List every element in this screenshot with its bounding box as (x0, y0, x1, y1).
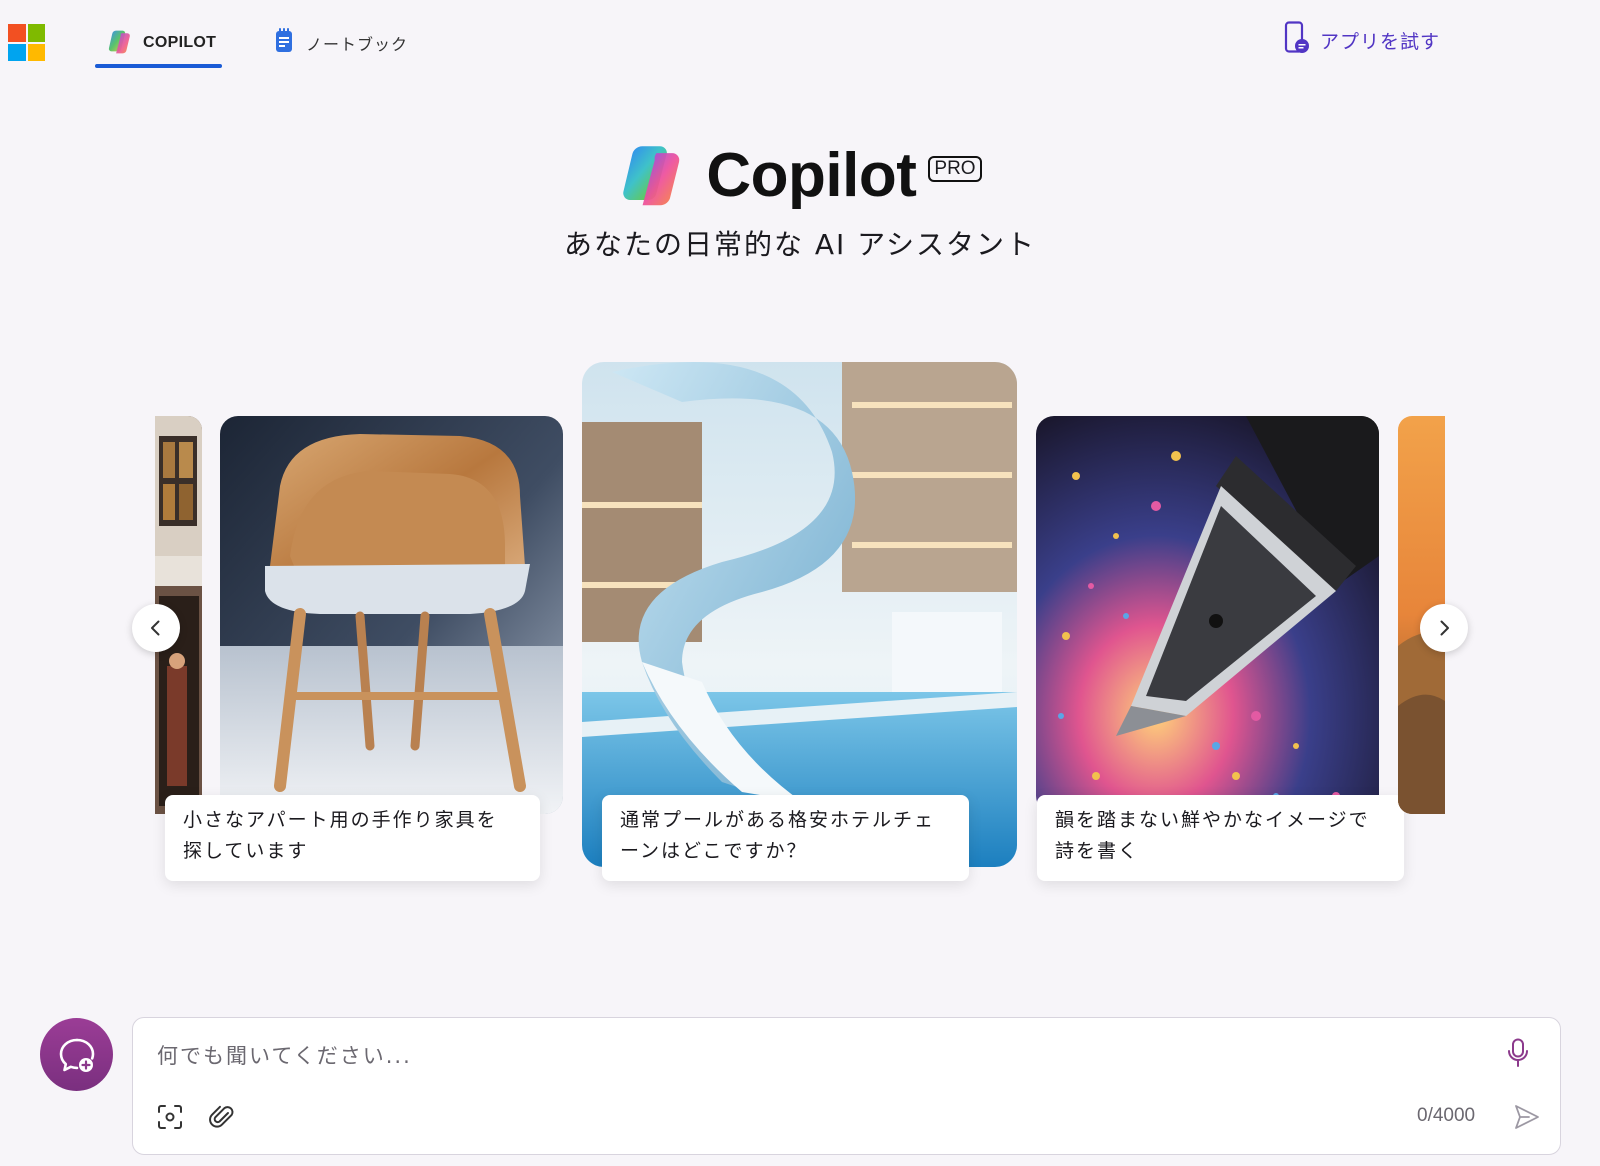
send-button[interactable] (1510, 1100, 1544, 1134)
pro-badge: PRO (928, 155, 982, 182)
carousel-next-button[interactable] (1420, 604, 1468, 652)
suggestion-caption-hotel[interactable]: 通常プールがある格安ホテルチェ ーンはどこですか？ (602, 795, 969, 881)
carousel-card-furniture[interactable] (220, 416, 563, 814)
chevron-right-icon (1440, 620, 1449, 636)
caption-line: 通常プールがある格安ホテルチェ (620, 809, 936, 831)
caption-line: 韻を踏まない鮮やかなイメージで (1055, 809, 1370, 831)
caption-line: ーンはどこですか？ (620, 840, 808, 862)
phone-chat-icon (1284, 21, 1310, 59)
brand-name: Copilot (706, 141, 917, 210)
caption-line: 小さなアパート用の手作り家具を (183, 809, 498, 831)
logo-square-yellow (27, 43, 45, 61)
hero-section: Copilot PRO あなたの日常的な AI アシスタント (0, 140, 1600, 263)
logo-square-red (8, 24, 26, 42)
tab-copilot-label: COPILOT (143, 34, 217, 51)
top-navigation: COPILOT ノートブック アプリを試す (0, 0, 1600, 80)
voice-input-button[interactable] (1503, 1036, 1533, 1070)
new-chat-icon (59, 1038, 94, 1072)
chat-input[interactable] (157, 1036, 1477, 1076)
attach-file-button[interactable] (207, 1102, 237, 1132)
tab-notebook-label: ノートブック (306, 35, 409, 54)
carousel-card-hotel[interactable] (582, 362, 1017, 867)
microphone-icon (1508, 1038, 1528, 1067)
copilot-logo-icon (107, 28, 133, 58)
carousel-card-poem[interactable] (1036, 416, 1379, 814)
pool-slide-image (582, 362, 1017, 867)
brand-row: Copilot PRO (618, 140, 982, 211)
carousel-prev-button[interactable] (132, 604, 180, 652)
send-icon (1515, 1105, 1539, 1129)
copilot-logo-icon (618, 141, 688, 211)
fountain-pen-image (1036, 416, 1379, 814)
character-count: 0/4000 (1417, 1105, 1476, 1126)
tab-notebook[interactable]: ノートブック (262, 18, 422, 68)
wooden-chair-image (220, 416, 563, 814)
microsoft-logo[interactable] (8, 24, 45, 61)
caption-line: 探しています (183, 840, 309, 862)
suggestion-caption-poem[interactable]: 韻を踏まない鮮やかなイメージで 詩を書く (1037, 795, 1404, 881)
active-tab-indicator (95, 64, 222, 68)
new-chat-button[interactable] (40, 1018, 113, 1091)
suggestion-carousel: 小さなアパート用の手作り家具を 探しています 通常プールがある格安ホテルチェ ー… (132, 360, 1468, 900)
suggestion-caption-furniture[interactable]: 小さなアパート用の手作り家具を 探しています (165, 795, 540, 881)
tagline: あなたの日常的な AI アシスタント (563, 228, 1037, 261)
try-app-label: アプリを試す (1320, 30, 1441, 53)
paperclip-icon (209, 1105, 234, 1128)
chevron-left-icon (151, 620, 160, 636)
logo-square-blue (8, 43, 26, 61)
chat-composer: 0/4000 (132, 1017, 1561, 1155)
logo-square-green (27, 24, 45, 42)
visual-search-button[interactable] (155, 1102, 185, 1132)
caption-line: 詩を書く (1055, 840, 1140, 862)
notebook-icon (274, 28, 296, 58)
try-app-button[interactable]: アプリを試す (1284, 20, 1440, 60)
tab-copilot[interactable]: COPILOT (95, 18, 222, 68)
camera-scan-icon (158, 1105, 182, 1129)
